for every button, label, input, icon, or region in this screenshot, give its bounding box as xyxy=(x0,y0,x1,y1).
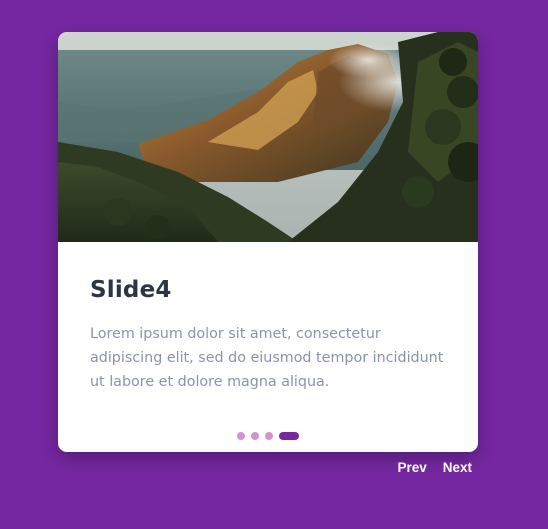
slide-title: Slide4 xyxy=(90,277,172,303)
pagination-dot-3[interactable] xyxy=(265,432,273,440)
slide-pagination xyxy=(58,432,478,440)
next-button[interactable]: Next xyxy=(443,460,472,476)
pagination-dot-4-active[interactable] xyxy=(279,432,299,440)
slide-image xyxy=(58,32,478,242)
slider-navigation: Prev Next xyxy=(0,460,472,476)
prev-button[interactable]: Prev xyxy=(397,460,426,476)
pagination-dot-2[interactable] xyxy=(251,432,259,440)
slide-card: Slide4 Lorem ipsum dolor sit amet, conse… xyxy=(58,32,478,452)
slide-description: Lorem ipsum dolor sit amet, consectetur … xyxy=(90,326,444,390)
pagination-dot-1[interactable] xyxy=(237,432,245,440)
